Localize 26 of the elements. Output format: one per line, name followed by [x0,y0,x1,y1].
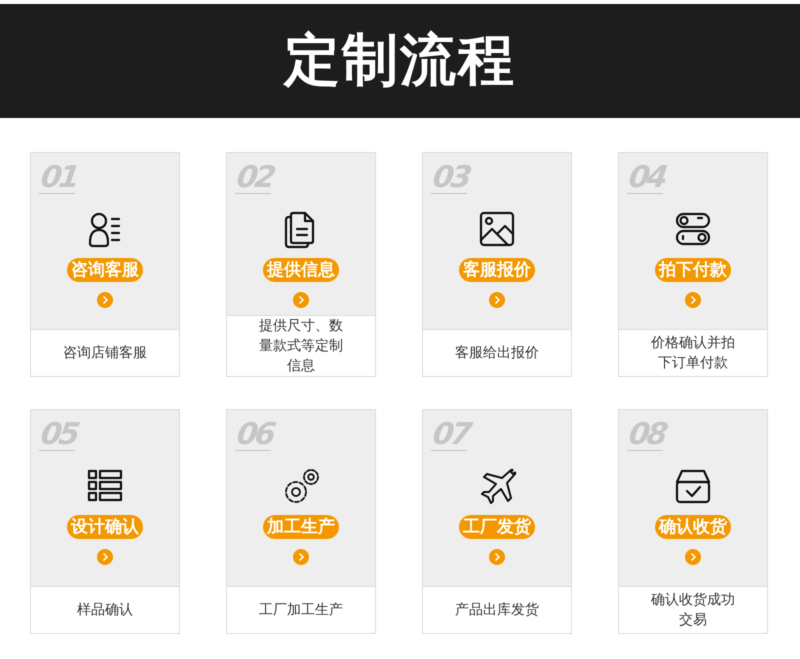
step-title: 客服报价 [459,258,535,282]
step-title: 加工生产 [263,515,339,539]
step-title: 咨询客服 [67,258,143,282]
step-description: 客服给出报价 [454,344,540,363]
step-description: 确认收货成功交易 [650,591,736,630]
step-description: 工厂加工生产 [258,601,344,620]
arrow-right-icon [489,549,505,565]
image-icon [477,209,517,249]
step-description: 样品确认 [76,601,134,620]
arrow-right-icon [97,292,113,308]
step-description: 产品出库发货 [454,601,540,620]
arrow-right-icon [97,549,113,565]
step-title: 设计确认 [67,515,143,539]
page-title: 定制流程 [284,27,516,95]
step-title: 提供信息 [263,258,339,282]
step-title: 确认收货 [655,515,731,539]
step-title: 拍下付款 [655,258,731,282]
arrow-right-icon [293,292,309,308]
step-description: 咨询店铺客服 [62,344,148,363]
arrow-right-icon [685,292,701,308]
arrow-right-icon [685,549,701,565]
step-description: 价格确认并拍下订单付款 [650,334,736,373]
arrow-right-icon [489,292,505,308]
step-description: 提供尺寸、数量款式等定制信息 [258,317,344,376]
step-title: 工厂发货 [459,515,535,539]
arrow-right-icon [293,549,309,565]
